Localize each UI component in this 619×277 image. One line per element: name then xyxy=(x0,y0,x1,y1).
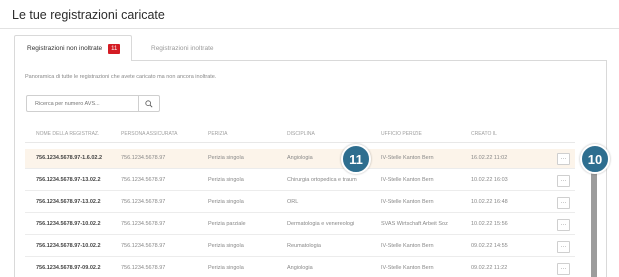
cell-ufficio: IV-Stelle Kanton Bern xyxy=(381,155,434,161)
cell-ufficio: IV-Stelle Kanton Bern xyxy=(381,243,434,249)
tab-not-forwarded-label: Registrazioni non inoltrate xyxy=(27,45,103,52)
column-header-person[interactable]: PERSONA ASSICURATA xyxy=(121,131,178,137)
page-title: Le tue registrazioni caricate xyxy=(12,8,165,22)
cell-perizia: Perizia singola xyxy=(208,265,244,271)
more-icon: ··· xyxy=(560,178,567,184)
table-row[interactable]: 756.1234.5678.97-13.02.2 756.1234.5678.9… xyxy=(25,193,575,213)
search-button[interactable] xyxy=(138,95,160,112)
table-scrollbar[interactable] xyxy=(591,166,597,277)
tab-forwarded[interactable]: Registrazioni inoltrate xyxy=(151,35,214,61)
cell-person: 756.1234.5678.97 xyxy=(121,155,166,161)
cell-name: 756.1234.5678.97-10.02.2 xyxy=(36,243,101,249)
table-row[interactable]: 756.1234.5678.97-10.02.2 756.1234.5678.9… xyxy=(25,237,575,257)
cell-name: 756.1234.5678.97-13.02.2 xyxy=(36,199,101,205)
row-actions-button[interactable]: ··· xyxy=(557,241,570,253)
cell-created: 09.02.22 14:55 xyxy=(471,243,508,249)
cell-ufficio: SVAS Wirtschaft Arbeit Soz xyxy=(381,221,448,227)
cell-name: 756.1234.5678.97-13.02.2 xyxy=(36,177,101,183)
cell-ufficio: IV-Stelle Kanton Bern xyxy=(381,199,434,205)
tab-count-badge: 11 xyxy=(108,43,121,54)
column-header-ufficio[interactable]: UFFICIO PERIZIE xyxy=(381,131,422,137)
column-header-name[interactable]: NOME DELLA REGISTRAZ. xyxy=(36,131,99,137)
table-header: NOME DELLA REGISTRAZ. PERSONA ASSICURATA… xyxy=(25,127,575,143)
cell-disciplina: Reumatologia xyxy=(287,243,321,249)
search-icon xyxy=(145,99,153,108)
more-icon: ··· xyxy=(560,222,567,228)
cell-created: 16.02.22 11:02 xyxy=(471,155,508,161)
cell-person: 756.1234.5678.97 xyxy=(121,243,166,249)
cell-perizia: Perizia singola xyxy=(208,155,244,161)
cell-person: 756.1234.5678.97 xyxy=(121,221,166,227)
registrations-panel: Panoramica di tutte le registrazioni che… xyxy=(14,60,607,277)
cell-disciplina: Angiologia xyxy=(287,265,313,271)
cell-perizia: Perizia parziale xyxy=(208,221,246,227)
cell-name: 756.1234.5678.97-10.02.2 xyxy=(36,221,101,227)
cell-created: 10.02.22 16:48 xyxy=(471,199,508,205)
header-divider xyxy=(0,28,619,29)
cell-perizia: Perizia singola xyxy=(208,199,244,205)
table-row[interactable]: 756.1234.5678.97-10.02.2 756.1234.5678.9… xyxy=(25,215,575,235)
cell-name: 756.1234.5678.97-09.02.2 xyxy=(36,265,101,271)
more-icon: ··· xyxy=(560,200,567,206)
column-header-perizia[interactable]: PERIZIA xyxy=(208,131,227,137)
column-header-disciplina[interactable]: DISCIPLINA xyxy=(287,131,315,137)
column-header-created[interactable]: CREATO IL xyxy=(471,131,497,137)
cell-ufficio: IV-Stelle Kanton Bern xyxy=(381,265,434,271)
more-icon: ··· xyxy=(560,156,567,162)
annotation-marker-10: 10 xyxy=(580,144,610,174)
search-input[interactable] xyxy=(26,95,139,112)
row-actions-button[interactable]: ··· xyxy=(557,263,570,275)
cell-perizia: Perizia singola xyxy=(208,177,244,183)
table-row[interactable]: 756.1234.5678.97-09.02.2 756.1234.5678.9… xyxy=(25,259,575,277)
row-actions-button[interactable]: ··· xyxy=(557,197,570,209)
cell-perizia: Perizia singola xyxy=(208,243,244,249)
table-row[interactable]: 756.1234.5678.97-13.02.2 756.1234.5678.9… xyxy=(25,171,575,191)
cell-person: 756.1234.5678.97 xyxy=(121,177,166,183)
panel-description: Panoramica di tutte le registrazioni che… xyxy=(25,74,217,80)
scrollbar-thumb[interactable] xyxy=(591,166,597,277)
row-actions-button[interactable]: ··· xyxy=(557,175,570,187)
cell-created: 09.02.22 11:22 xyxy=(471,265,508,271)
cell-created: 10.02.22 15:56 xyxy=(471,221,508,227)
cell-ufficio: IV-Stelle Kanton Bern xyxy=(381,177,434,183)
cell-name: 756.1234.5678.97-1.6.02.2 xyxy=(36,155,103,161)
tab-bar: Registrazioni non inoltrate 11 Registraz… xyxy=(14,35,607,61)
cell-disciplina: ORL xyxy=(287,199,299,205)
cell-person: 756.1234.5678.97 xyxy=(121,265,166,271)
row-actions-button[interactable]: ··· xyxy=(557,219,570,231)
cell-disciplina: Chirurgia ortopedica e traum xyxy=(287,177,357,183)
row-actions-button[interactable]: ··· xyxy=(557,153,570,165)
annotation-marker-11: 11 xyxy=(341,144,371,174)
tab-forwarded-label: Registrazioni inoltrate xyxy=(151,44,214,52)
cell-person: 756.1234.5678.97 xyxy=(121,199,166,205)
cell-disciplina: Dermatologia e venereologi xyxy=(287,221,355,227)
cell-created: 10.02.22 16:03 xyxy=(471,177,508,183)
search-bar xyxy=(26,95,161,112)
more-icon: ··· xyxy=(560,244,567,250)
tab-not-forwarded[interactable]: Registrazioni non inoltrate 11 xyxy=(14,35,132,61)
table-row[interactable]: 756.1234.5678.97-1.6.02.2 756.1234.5678.… xyxy=(25,149,575,169)
more-icon: ··· xyxy=(560,266,567,272)
